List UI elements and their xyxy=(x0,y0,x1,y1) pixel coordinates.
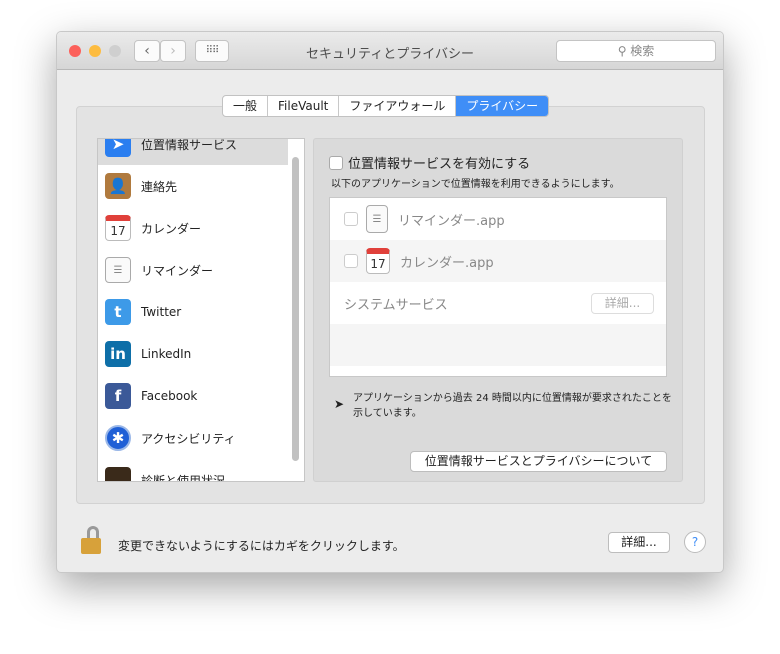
accessibility-icon: ✱ xyxy=(105,425,131,451)
lock-hint-text: 変更できないようにするにはカギをクリックします。 xyxy=(118,539,405,553)
calendar-icon: 17 xyxy=(105,215,131,241)
about-location-privacy-button[interactable]: 位置情報サービスとプライバシーについて xyxy=(410,451,667,472)
scrollbar[interactable] xyxy=(292,157,299,461)
system-services-details-button[interactable]: 詳細... xyxy=(591,292,654,314)
search-icon: ⚲ xyxy=(617,44,631,58)
system-services-label: システムサービス xyxy=(344,297,448,313)
sidebar-item-diagnostics[interactable]: 診断と使用状況 xyxy=(98,459,288,482)
calendar-icon: 17 xyxy=(366,248,390,274)
search-placeholder: 検索 xyxy=(630,44,655,58)
search-field[interactable]: ⚲ 検索 xyxy=(556,40,716,62)
sidebar-item-location[interactable]: ➤ 位置情報サービス xyxy=(98,138,288,165)
contacts-icon: 👤 xyxy=(105,173,131,199)
sidebar-item-facebook[interactable]: f Facebook xyxy=(98,375,288,417)
sidebar-item-contacts[interactable]: 👤 連絡先 xyxy=(98,165,288,207)
sidebar-item-label: 連絡先 xyxy=(141,179,178,194)
help-button[interactable]: ? xyxy=(684,531,706,553)
reminders-icon: ☰ xyxy=(366,205,388,233)
location-arrow-icon: ➤ xyxy=(334,397,345,411)
tab-bar: 一般 FileVault ファイアウォール プライバシー xyxy=(222,95,550,117)
sidebar-item-reminders[interactable]: ☰ リマインダー xyxy=(98,249,288,291)
facebook-icon: f xyxy=(105,383,131,409)
sidebar-item-accessibility[interactable]: ✱ アクセシビリティ xyxy=(98,417,288,459)
enable-location-label: 位置情報サービスを有効にする xyxy=(348,157,531,172)
app-list: ☰ リマインダー.app 17 カレンダー.app システムサービス 詳細... xyxy=(329,197,667,377)
location-arrow-icon: ➤ xyxy=(105,139,131,157)
tab-privacy[interactable]: プライバシー xyxy=(456,96,549,116)
sidebar-item-label: LinkedIn xyxy=(141,347,192,361)
reminders-icon: ☰ xyxy=(105,257,131,283)
linkedin-icon: in xyxy=(105,341,131,367)
sidebar-item-label: 診断と使用状況 xyxy=(141,473,226,482)
sidebar-item-label: Facebook xyxy=(141,389,198,403)
tab-firewall[interactable]: ファイアウォール xyxy=(339,96,457,116)
sidebar-item-label: アクセシビリティ xyxy=(141,431,236,446)
tab-general[interactable]: 一般 xyxy=(223,96,269,116)
sidebar-item-linkedin[interactable]: in LinkedIn xyxy=(98,333,288,375)
enable-location-checkbox[interactable] xyxy=(329,155,343,170)
diagnostics-icon xyxy=(105,467,131,481)
app-row: 17 カレンダー.app xyxy=(330,240,666,282)
app-checkbox[interactable] xyxy=(344,212,358,226)
twitter-icon: t xyxy=(105,299,131,325)
sidebar-item-label: 位置情報サービス xyxy=(141,138,238,152)
title-bar: ‹ › ⠿⠿ セキュリティとプライバシー ⚲ 検索 xyxy=(57,32,723,70)
sidebar-item-label: Twitter xyxy=(141,305,182,319)
location-note: アプリケーションから過去 24 時間以内に位置情報が要求されたことを示しています… xyxy=(353,393,672,419)
sidebar-item-twitter[interactable]: t Twitter xyxy=(98,291,288,333)
lock-icon[interactable] xyxy=(81,526,103,554)
preferences-window: ‹ › ⠿⠿ セキュリティとプライバシー ⚲ 検索 一般 FileVault フ… xyxy=(56,31,724,573)
privacy-category-list: ➤ 位置情報サービス 👤 連絡先 17 カレンダー ☰ リマインダー t Twitter … xyxy=(97,138,305,482)
app-checkbox[interactable] xyxy=(344,254,358,268)
advanced-button[interactable]: 詳細... xyxy=(608,532,670,553)
sidebar-item-label: カレンダー xyxy=(141,221,202,236)
sidebar-item-calendar[interactable]: 17 カレンダー xyxy=(98,207,288,249)
tab-filevault[interactable]: FileVault xyxy=(268,96,340,116)
sidebar-item-label: リマインダー xyxy=(141,263,214,278)
app-name: カレンダー.app xyxy=(400,255,494,271)
app-name: リマインダー.app xyxy=(398,213,505,229)
location-panel: 位置情報サービスを有効にする 以下のアプリケーションで位置情報を利用できるように… xyxy=(313,138,683,482)
app-row: ☰ リマインダー.app xyxy=(330,198,666,240)
location-description: 以下のアプリケーションで位置情報を利用できるようにします。 xyxy=(331,179,620,190)
